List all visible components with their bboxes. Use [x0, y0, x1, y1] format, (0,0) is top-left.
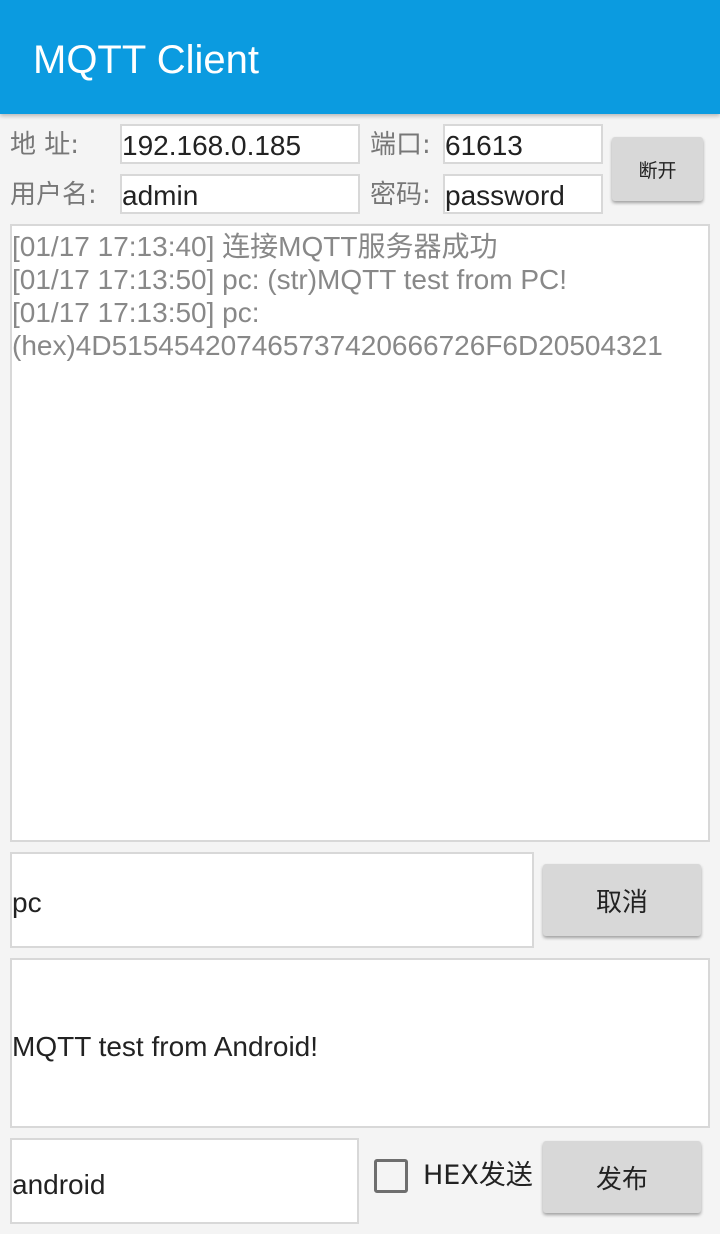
publish-topic-value: android: [12, 1169, 106, 1200]
port-label: 端口:: [370, 130, 431, 160]
publish-topic-input[interactable]: android: [10, 1138, 359, 1224]
username-label: 用户名:: [10, 180, 97, 210]
log-line: [01/17 17:13:50] pc: (str)MQTT test from…: [12, 264, 568, 295]
cancel-button[interactable]: 取消: [543, 864, 701, 936]
publish-message-value: MQTT test from Android!: [12, 1031, 319, 1062]
password-label: 密码:: [370, 180, 431, 210]
port-input[interactable]: 61613: [443, 124, 603, 164]
password-input[interactable]: password: [443, 174, 603, 214]
address-input-value: 192.168.0.185: [122, 130, 302, 161]
subscribe-topic-value: pc: [12, 887, 42, 918]
log-line: (hex)4D515454207465737420666726F6D205043…: [12, 330, 663, 361]
username-input[interactable]: admin: [120, 174, 360, 214]
log-line: [01/17 17:13:50] pc:: [12, 297, 260, 328]
address-label: 地 址:: [10, 130, 80, 160]
hex-send-label: HEX发送: [423, 1160, 533, 1191]
disconnect-button[interactable]: 断开: [612, 137, 703, 201]
log-line: [01/17 17:13:40] 连接MQTT服务器成功: [12, 231, 498, 262]
publish-message-input[interactable]: MQTT test from Android!: [10, 958, 710, 1128]
password-input-value: password: [445, 180, 565, 211]
message-log[interactable]: [01/17 17:13:40] 连接MQTT服务器成功 [01/17 17:1…: [10, 224, 710, 842]
username-input-value: admin: [122, 180, 199, 211]
app-bar: MQTT Client: [0, 0, 720, 114]
hex-send-checkbox[interactable]: [374, 1159, 408, 1193]
publish-button[interactable]: 发布: [543, 1141, 701, 1213]
address-input[interactable]: 192.168.0.185: [120, 124, 360, 164]
port-input-value: 61613: [445, 130, 523, 161]
app-title: MQTT Client: [33, 38, 259, 82]
subscribe-topic-input[interactable]: pc: [10, 852, 534, 948]
